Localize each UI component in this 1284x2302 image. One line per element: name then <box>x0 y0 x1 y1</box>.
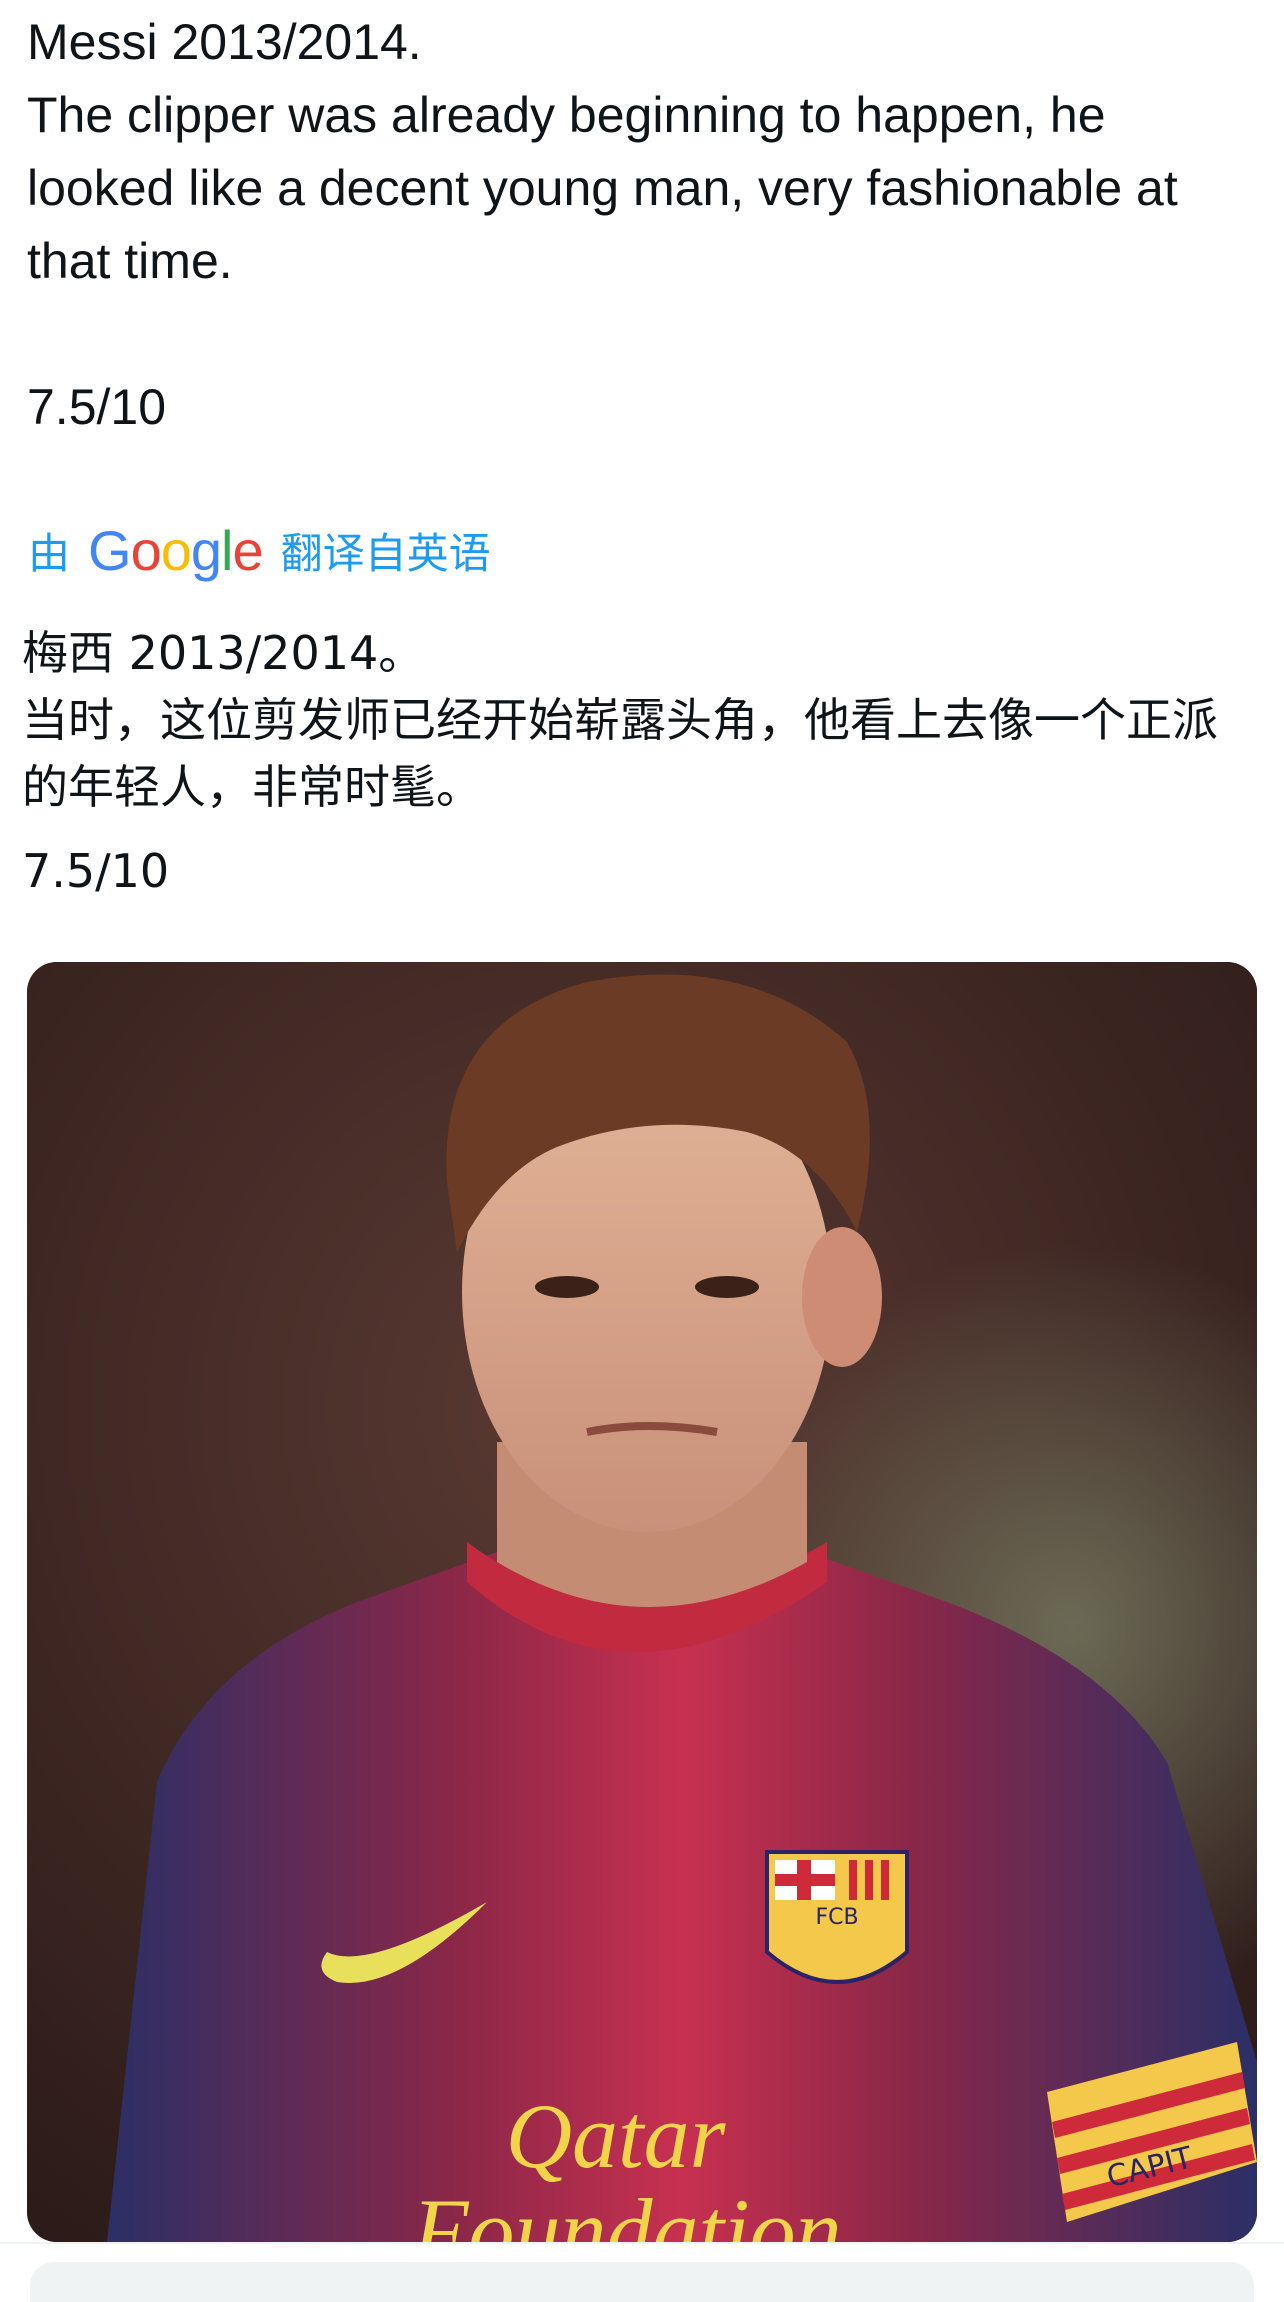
translated-from-label: 翻译自英语 <box>280 528 491 578</box>
tweet-text: Messi 2013/2014. The clipper was already… <box>27 14 1178 435</box>
divider <box>0 2242 1284 2244</box>
player-photo: FCB CAPIT Qatar Foundation <box>27 962 1257 2242</box>
google-logo: Google <box>88 518 264 582</box>
shirt-sponsor-line-2: Foundation <box>411 2180 841 2242</box>
reply-bar[interactable] <box>30 2262 1254 2302</box>
translated-text: 梅西 2013/2014。 当时，这位剪发师已经开始崭露头角，他看上去像一个正派… <box>22 626 1218 814</box>
crest-text: FCB <box>815 1905 858 1930</box>
translated-by-label: 由 <box>28 528 71 578</box>
translated-rating: 7.5/10 <box>22 844 170 898</box>
translated-by-google-link[interactable]: 由 Google 翻译自英语 <box>28 515 491 585</box>
shirt-sponsor-line-1: Qatar <box>506 2085 727 2187</box>
tweet-photo[interactable]: FCB CAPIT Qatar Foundation <box>27 962 1257 2242</box>
club-crest: FCB <box>765 1850 909 1984</box>
